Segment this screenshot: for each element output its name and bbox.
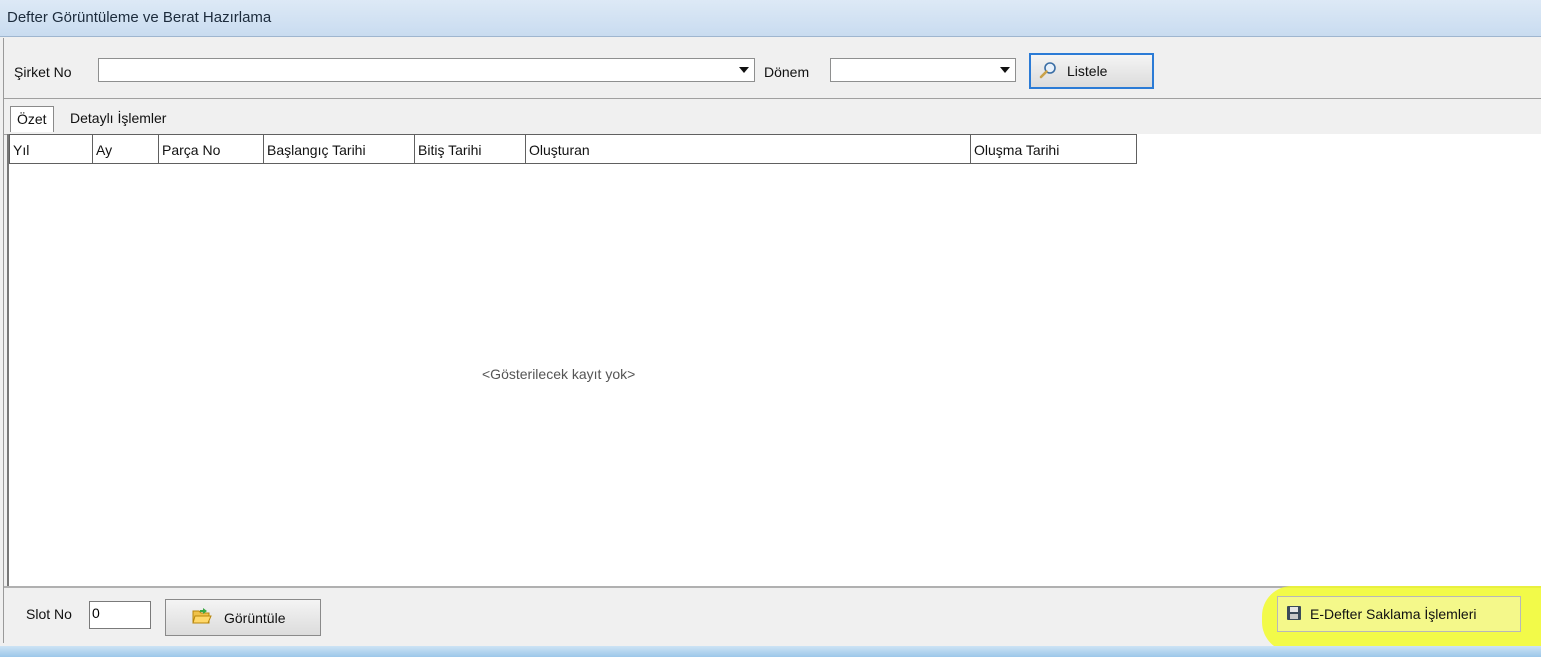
column-header-yil[interactable]: Yıl — [9, 134, 93, 164]
column-header-olusma-tarihi[interactable]: Oluşma Tarihi — [971, 134, 1137, 164]
window-titlebar: Defter Görüntüleme ve Berat Hazırlama — [0, 0, 1541, 37]
view-button[interactable]: Görüntüle — [165, 599, 321, 636]
table-header: Yıl Ay Parça No Başlangıç Tarihi Bitiş T… — [9, 134, 1137, 164]
e-defter-storage-label: E-Defter Saklama İşlemleri — [1310, 606, 1477, 622]
company-label: Şirket No — [14, 64, 72, 80]
main-panel: Şirket No Dönem Listele Özet Detaylı İşl… — [3, 38, 1541, 643]
period-select[interactable] — [830, 58, 1016, 82]
column-header-bitis-tarihi[interactable]: Bitiş Tarihi — [415, 134, 526, 164]
company-select[interactable] — [98, 58, 755, 82]
filter-bar: Şirket No Dönem Listele — [4, 38, 1541, 99]
slot-input[interactable]: 0 — [89, 601, 151, 629]
magnifier-icon — [1039, 61, 1057, 82]
list-button[interactable]: Listele — [1029, 53, 1154, 89]
floppy-disk-icon — [1286, 605, 1302, 624]
tab-ozet-label: Özet — [17, 111, 47, 127]
chevron-down-icon[interactable] — [734, 59, 754, 81]
view-button-label: Görüntüle — [224, 609, 286, 626]
e-defter-storage-button[interactable]: E-Defter Saklama İşlemleri — [1277, 596, 1521, 632]
column-header-baslangic-tarihi[interactable]: Başlangıç Tarihi — [264, 134, 415, 164]
window-title: Defter Görüntüleme ve Berat Hazırlama — [7, 9, 272, 26]
slot-label: Slot No — [26, 606, 72, 622]
chevron-down-icon[interactable] — [995, 59, 1015, 81]
tab-detayli-islemler[interactable]: Detaylı İşlemler — [64, 106, 172, 132]
tab-strip — [4, 100, 1541, 135]
tab-detayli-label: Detaylı İşlemler — [70, 110, 167, 126]
folder-open-icon — [192, 607, 212, 628]
column-header-olusturan[interactable]: Oluşturan — [526, 134, 971, 164]
column-header-ay[interactable]: Ay — [93, 134, 159, 164]
empty-table-message: <Gösterilecek kayıt yok> — [482, 366, 636, 382]
list-button-label: Listele — [1067, 63, 1108, 79]
period-label: Dönem — [764, 64, 810, 80]
column-header-parca-no[interactable]: Parça No — [159, 134, 264, 164]
status-strip — [0, 646, 1541, 657]
records-table: Yıl Ay Parça No Başlangıç Tarihi Bitiş T… — [7, 134, 1541, 586]
tab-ozet[interactable]: Özet — [10, 106, 54, 132]
